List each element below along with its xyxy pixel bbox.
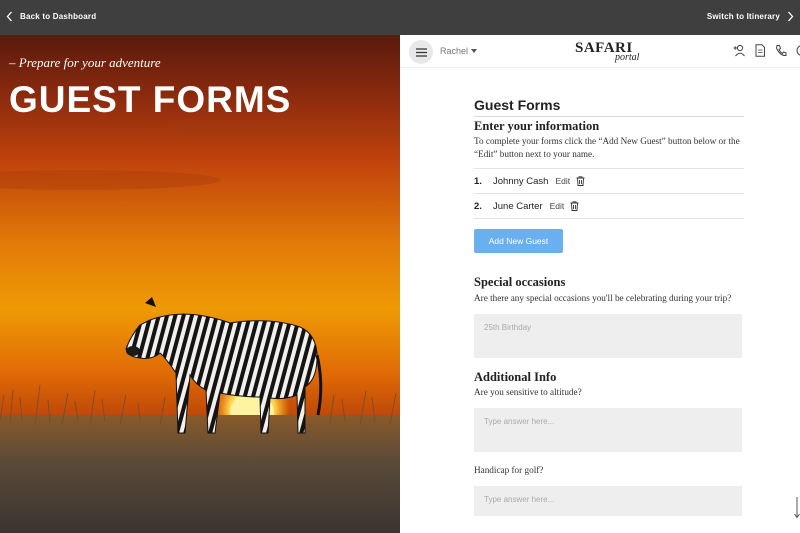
guest-number: 2. [474, 200, 482, 212]
guest-row: 1. Johnny Cash Edit [474, 168, 744, 193]
forms-heading: Guest Forms [474, 97, 744, 117]
hero-title: GUEST FORMS [9, 79, 292, 120]
trash-icon[interactable] [570, 201, 579, 211]
phone-icon[interactable] [775, 44, 787, 57]
hero-banner: – Prepare for your adventure GUEST FORMS [0, 35, 400, 533]
scroll-down-arrow-icon[interactable] [794, 497, 800, 519]
enter-info-title: Enter your information [474, 119, 600, 133]
hamburger-icon [415, 47, 427, 57]
edit-guest-button[interactable]: Edit [550, 201, 565, 211]
special-occasions-title: Special occasions [474, 275, 566, 289]
chevron-right-icon [788, 11, 794, 22]
guest-number: 1. [474, 175, 482, 187]
special-occasions-question: Are there any special occasions you'll b… [474, 293, 732, 303]
guest-row: 2. June Carter Edit [474, 193, 744, 218]
back-label: Back to Dashboard [20, 12, 97, 21]
logo-sub: portal [615, 52, 640, 63]
additional-info-title: Additional Info [474, 370, 557, 384]
forms-content: Guest Forms Enter your information To co… [474, 97, 744, 516]
safari-portal-logo: SAFARI portal [575, 40, 645, 64]
back-to-dashboard-link[interactable]: Back to Dashboard [6, 11, 96, 22]
trash-icon[interactable] [576, 176, 585, 186]
add-user-icon[interactable] [733, 44, 745, 57]
guest-list-divider [474, 218, 744, 219]
header-icons [733, 44, 800, 57]
hero-tagline: – Prepare for your adventure [9, 55, 161, 70]
top-bar: Back to Dashboard Switch to Itinerary [0, 0, 800, 35]
chevron-left-icon [6, 11, 12, 22]
caret-down-icon [471, 49, 478, 53]
enter-info-desc: To complete your forms click the “Add Ne… [474, 136, 740, 159]
golf-question: Handicap for golf? [474, 465, 544, 475]
edit-guest-button[interactable]: Edit [555, 176, 570, 186]
chat-icon[interactable] [796, 44, 800, 57]
user-dropdown[interactable]: Rachel [440, 46, 478, 56]
altitude-input[interactable]: Type answer here... [474, 408, 742, 452]
guest-name: June Carter [493, 200, 543, 212]
guest-list: 1. Johnny Cash Edit 2. June Carter Edit [474, 168, 744, 219]
special-occasions-input[interactable]: 25th Birthday [474, 314, 742, 358]
guest-name: Johnny Cash [493, 175, 549, 187]
switch-label: Switch to Itinerary [706, 12, 780, 21]
menu-button[interactable] [409, 40, 433, 64]
altitude-question: Are you sensitive to altitude? [474, 387, 582, 397]
forms-panel: Rachel SAFARI portal Guest Forms Enter y… [400, 35, 800, 533]
add-new-guest-button[interactable]: Add New Guest [474, 229, 563, 253]
document-icon[interactable] [754, 44, 766, 57]
golf-input[interactable]: Type answer here... [474, 486, 742, 516]
switch-to-itinerary-link[interactable]: Switch to Itinerary [707, 11, 794, 22]
user-name: Rachel [440, 46, 469, 56]
panel-header: Rachel SAFARI portal [400, 35, 800, 68]
